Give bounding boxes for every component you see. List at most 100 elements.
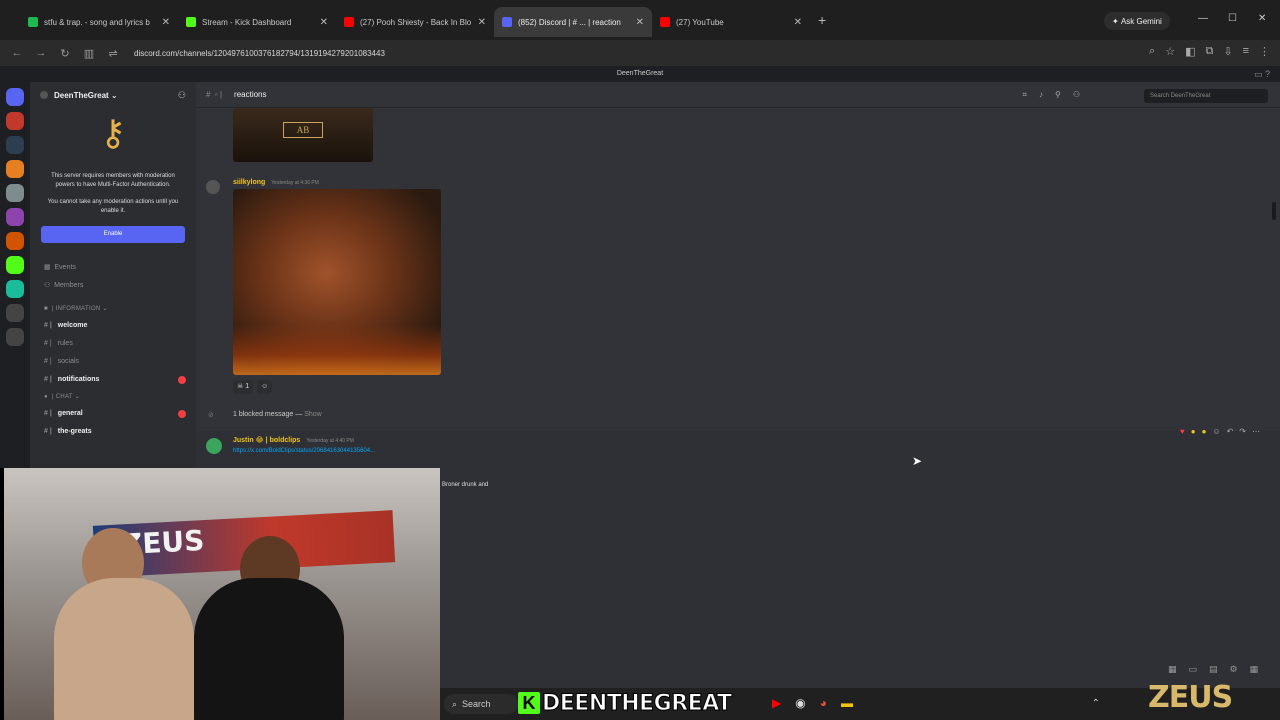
- server-icon[interactable]: [6, 160, 24, 178]
- chat-icon[interactable]: ▤: [1209, 664, 1218, 675]
- reload-icon[interactable]: ↻: [58, 47, 72, 60]
- add-member-icon[interactable]: ⚇: [178, 90, 186, 101]
- enable-mfa-button[interactable]: Enable: [41, 226, 185, 243]
- settings-icon[interactable]: ⚙: [1230, 664, 1238, 675]
- reaction-skull[interactable]: ☠ 1: [233, 380, 254, 394]
- search-input[interactable]: Search DeenTheGreat: [1144, 89, 1268, 103]
- grid-icon[interactable]: ▦: [1168, 664, 1177, 675]
- members-label: Members: [54, 282, 84, 289]
- attached-image[interactable]: [233, 189, 441, 375]
- tab-2[interactable]: (27) Pooh Shiesty - Back In Blo ✕: [336, 7, 494, 37]
- steam-icon[interactable]: ◉: [795, 696, 805, 710]
- url-field[interactable]: discord.com/channels/1204976100376182794…: [134, 49, 385, 58]
- minimize-icon[interactable]: —: [1198, 13, 1208, 24]
- tab-3[interactable]: (852) Discord | # ... | reaction ✕: [494, 7, 652, 37]
- events-label: Events: [54, 264, 76, 271]
- message-author[interactable]: siilkylong Yesterday at 4:36 PM: [233, 179, 319, 186]
- server-icon[interactable]: [6, 280, 24, 298]
- close-tab-icon[interactable]: ✕: [478, 17, 486, 28]
- folder-icon[interactable]: ▬: [841, 696, 853, 710]
- taskbar-search[interactable]: ⌕ Search: [444, 694, 518, 714]
- channel-item[interactable]: # | welcome: [30, 317, 196, 335]
- apps-icon[interactable]: ▦: [1250, 664, 1259, 675]
- hash-icon: # |: [44, 376, 52, 383]
- channel-item[interactable]: # | socials: [30, 353, 196, 371]
- server-list: [0, 82, 30, 468]
- channel-item[interactable]: # | general: [30, 405, 196, 423]
- more-icon[interactable]: ⋯: [1252, 427, 1260, 436]
- channel-item[interactable]: # | rules: [30, 335, 196, 353]
- threads-icon[interactable]: ⌗: [1022, 90, 1027, 100]
- poster-image[interactable]: AB: [233, 108, 373, 162]
- hash-icon: # |: [44, 340, 52, 347]
- window-icon[interactable]: ▭: [1189, 664, 1198, 675]
- members-item[interactable]: ⚇ Members: [30, 277, 196, 295]
- message-link[interactable]: https://x.com/BoldClips/status/206841630…: [233, 448, 375, 454]
- channel-name: rules: [57, 340, 73, 347]
- maximize-icon[interactable]: ☐: [1228, 13, 1237, 24]
- timestamp: Yesterday at 4:36 PM: [271, 180, 319, 186]
- notification-settings-icon[interactable]: ♪: [1039, 90, 1043, 100]
- more-icon[interactable]: ⋮: [1259, 45, 1270, 58]
- add-reaction-icon[interactable]: ☺: [1212, 427, 1220, 436]
- member-list-icon[interactable]: ⚇: [1073, 90, 1080, 100]
- sidebar-toggle-icon[interactable]: ▥: [82, 47, 96, 60]
- discover-icon[interactable]: [6, 304, 24, 322]
- reply-icon[interactable]: ↶: [1227, 427, 1234, 436]
- back-icon[interactable]: ←: [10, 47, 24, 59]
- site-info-icon[interactable]: ⇌: [106, 47, 120, 60]
- ask-gemini-button[interactable]: ✦ Ask Gemini: [1104, 12, 1170, 30]
- blocked-message: 1 blocked message — Show: [233, 411, 322, 418]
- system-icons: ▦ ▭ ▤ ⚙ ▦: [1168, 664, 1258, 675]
- server-icon[interactable]: [6, 112, 24, 130]
- close-tab-icon[interactable]: ✕: [636, 17, 644, 28]
- new-tab-button[interactable]: +: [818, 12, 826, 28]
- header-toolbar: ⌗ ♪ ⚲ ⚇: [1022, 90, 1080, 100]
- forward-icon[interactable]: ↷: [1239, 427, 1246, 436]
- inbox-help-icons[interactable]: ▭ ?: [1254, 66, 1270, 82]
- laugh-reaction-icon[interactable]: ●: [1191, 427, 1196, 436]
- message-author[interactable]: Justin 😂 | boldclips Yesterday at 4:40 PM: [233, 436, 354, 444]
- category-information[interactable]: ■ | INFORMATION ⌄: [30, 301, 196, 317]
- events-item[interactable]: ▦ Events: [30, 259, 196, 277]
- unread-badge: [178, 410, 186, 418]
- channel-item[interactable]: # | the-greats: [30, 423, 196, 441]
- server-icon[interactable]: [6, 184, 24, 202]
- tab-4[interactable]: (27) YouTube ✕: [652, 7, 810, 37]
- avatar[interactable]: [206, 180, 220, 194]
- zoom-icon[interactable]: ⌕: [1149, 45, 1155, 58]
- scrollbar[interactable]: [1272, 202, 1276, 220]
- close-window-icon[interactable]: ✕: [1258, 13, 1266, 24]
- server-icon[interactable]: [6, 256, 24, 274]
- avatar[interactable]: [206, 438, 222, 454]
- server-icon[interactable]: [6, 88, 24, 106]
- category-chat[interactable]: ● | CHAT ⌄: [30, 389, 196, 405]
- channel-item[interactable]: # | notifications: [30, 371, 196, 389]
- download-apps-icon[interactable]: [6, 328, 24, 346]
- extension-icon[interactable]: ◧: [1185, 45, 1195, 58]
- heart-reaction-icon[interactable]: ♥: [1180, 427, 1185, 436]
- server-header[interactable]: DeenTheGreat ⌄ ⚇: [30, 82, 196, 108]
- tab-title: (852) Discord | # ... | reaction: [518, 17, 621, 27]
- youtube-icon[interactable]: ▶: [772, 696, 781, 710]
- menu-icon[interactable]: ≡: [1243, 45, 1249, 58]
- tab-0[interactable]: stfu & trap. - song and lyrics b ✕: [20, 7, 178, 37]
- tray-chevron-icon[interactable]: ⌃: [1092, 698, 1100, 709]
- forward-icon[interactable]: →: [34, 47, 48, 59]
- server-icon[interactable]: [6, 136, 24, 154]
- server-icon[interactable]: [6, 208, 24, 226]
- server-icon[interactable]: [6, 232, 24, 250]
- cry-reaction-icon[interactable]: ●: [1202, 427, 1207, 436]
- close-tab-icon[interactable]: ✕: [162, 17, 170, 28]
- chrome-icon[interactable]: ◕: [820, 696, 827, 710]
- pinned-messages-icon[interactable]: ⚲: [1055, 90, 1061, 100]
- close-tab-icon[interactable]: ✕: [320, 17, 328, 28]
- close-tab-icon[interactable]: ✕: [794, 17, 802, 28]
- tab-1[interactable]: Stream - Kick Dashboard ✕: [178, 7, 336, 37]
- downloads-icon[interactable]: ⇩: [1223, 45, 1232, 58]
- extensions-puzzle-icon[interactable]: ⧉: [1206, 45, 1214, 58]
- mfa-notice-secondary: You cannot take any moderation actions u…: [47, 199, 179, 214]
- bookmark-star-icon[interactable]: ☆: [1165, 45, 1175, 58]
- add-reaction-icon[interactable]: ☺: [257, 380, 273, 394]
- show-blocked-link[interactable]: Show: [304, 411, 322, 418]
